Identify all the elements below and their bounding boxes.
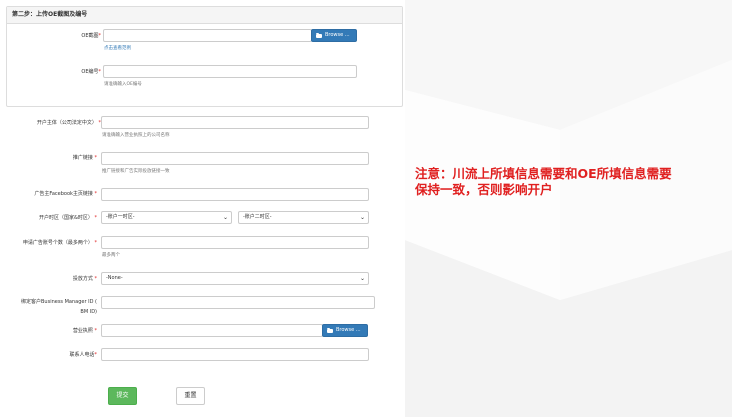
step-panel: 第二步：上传OE截图及编号 <box>6 6 403 107</box>
folder-open-icon <box>327 327 333 333</box>
facebook-page-input[interactable] <box>101 188 369 201</box>
account-count-label: 申请广告账号个数（最多两个） * <box>22 240 97 246</box>
business-license-file-input[interactable] <box>101 324 323 337</box>
contact-phone-label: 联系人电话* <box>69 352 97 358</box>
promo-link-label: 推广链接 * <box>72 155 97 161</box>
account-entity-input[interactable] <box>101 116 369 129</box>
account-count-help: 最多两个 <box>102 253 120 258</box>
reset-button[interactable]: 重置 <box>176 387 205 405</box>
delivery-method-select[interactable]: -None- ⌄ <box>101 272 369 285</box>
timezone-select-1[interactable]: -账户一时区- ⌄ <box>101 211 232 224</box>
chevron-down-icon: ⌄ <box>359 214 365 221</box>
business-license-browse-button[interactable]: Browse ... <box>322 324 368 337</box>
notice-text: 注意：川流上所填信息需要和OE所填信息需要 保持一致，否则影响开户 <box>415 166 672 197</box>
submit-button[interactable]: 提交 <box>108 387 137 405</box>
account-entity-help: 请准确输入营业执照上的公司名称 <box>102 133 170 138</box>
view-example-link[interactable]: 点击查看范例 <box>104 46 131 52</box>
contact-phone-input[interactable] <box>101 348 369 361</box>
bm-id-label: 绑定客户Business Manager ID ( BM ID) <box>20 299 97 315</box>
promo-link-input[interactable] <box>101 152 369 165</box>
business-license-label: 营业执照 * <box>72 328 97 334</box>
chevron-down-icon: ⌄ <box>359 275 365 282</box>
chevron-down-icon: ⌄ <box>222 214 228 221</box>
oe-screenshot-file-input[interactable] <box>103 29 312 42</box>
delivery-method-label: 投放方式 * <box>72 276 97 282</box>
oe-screenshot-browse-button[interactable]: Browse ... <box>311 29 357 42</box>
facebook-page-label: 广告主Facebook主页链接 * <box>34 191 97 197</box>
oe-number-input[interactable] <box>103 65 357 78</box>
folder-open-icon <box>316 32 322 38</box>
timezone-label: 开户时区（国家&时区） * <box>39 215 97 221</box>
promo-link-help: 推广链接和广告实际投放链接一致 <box>102 169 170 174</box>
panel-title: 第二步：上传OE截图及编号 <box>7 7 402 24</box>
account-count-input[interactable] <box>101 236 369 249</box>
account-entity-label: 开户主体（公司法定中文） * <box>36 120 101 126</box>
oe-number-label: OE编号* <box>81 69 101 75</box>
bm-id-input[interactable] <box>101 296 375 309</box>
oe-number-help: 请准确输入OE编号 <box>104 82 142 87</box>
oe-screenshot-label: OE截图* <box>81 33 101 39</box>
timezone-select-2[interactable]: -账户二时区- ⌄ <box>238 211 369 224</box>
